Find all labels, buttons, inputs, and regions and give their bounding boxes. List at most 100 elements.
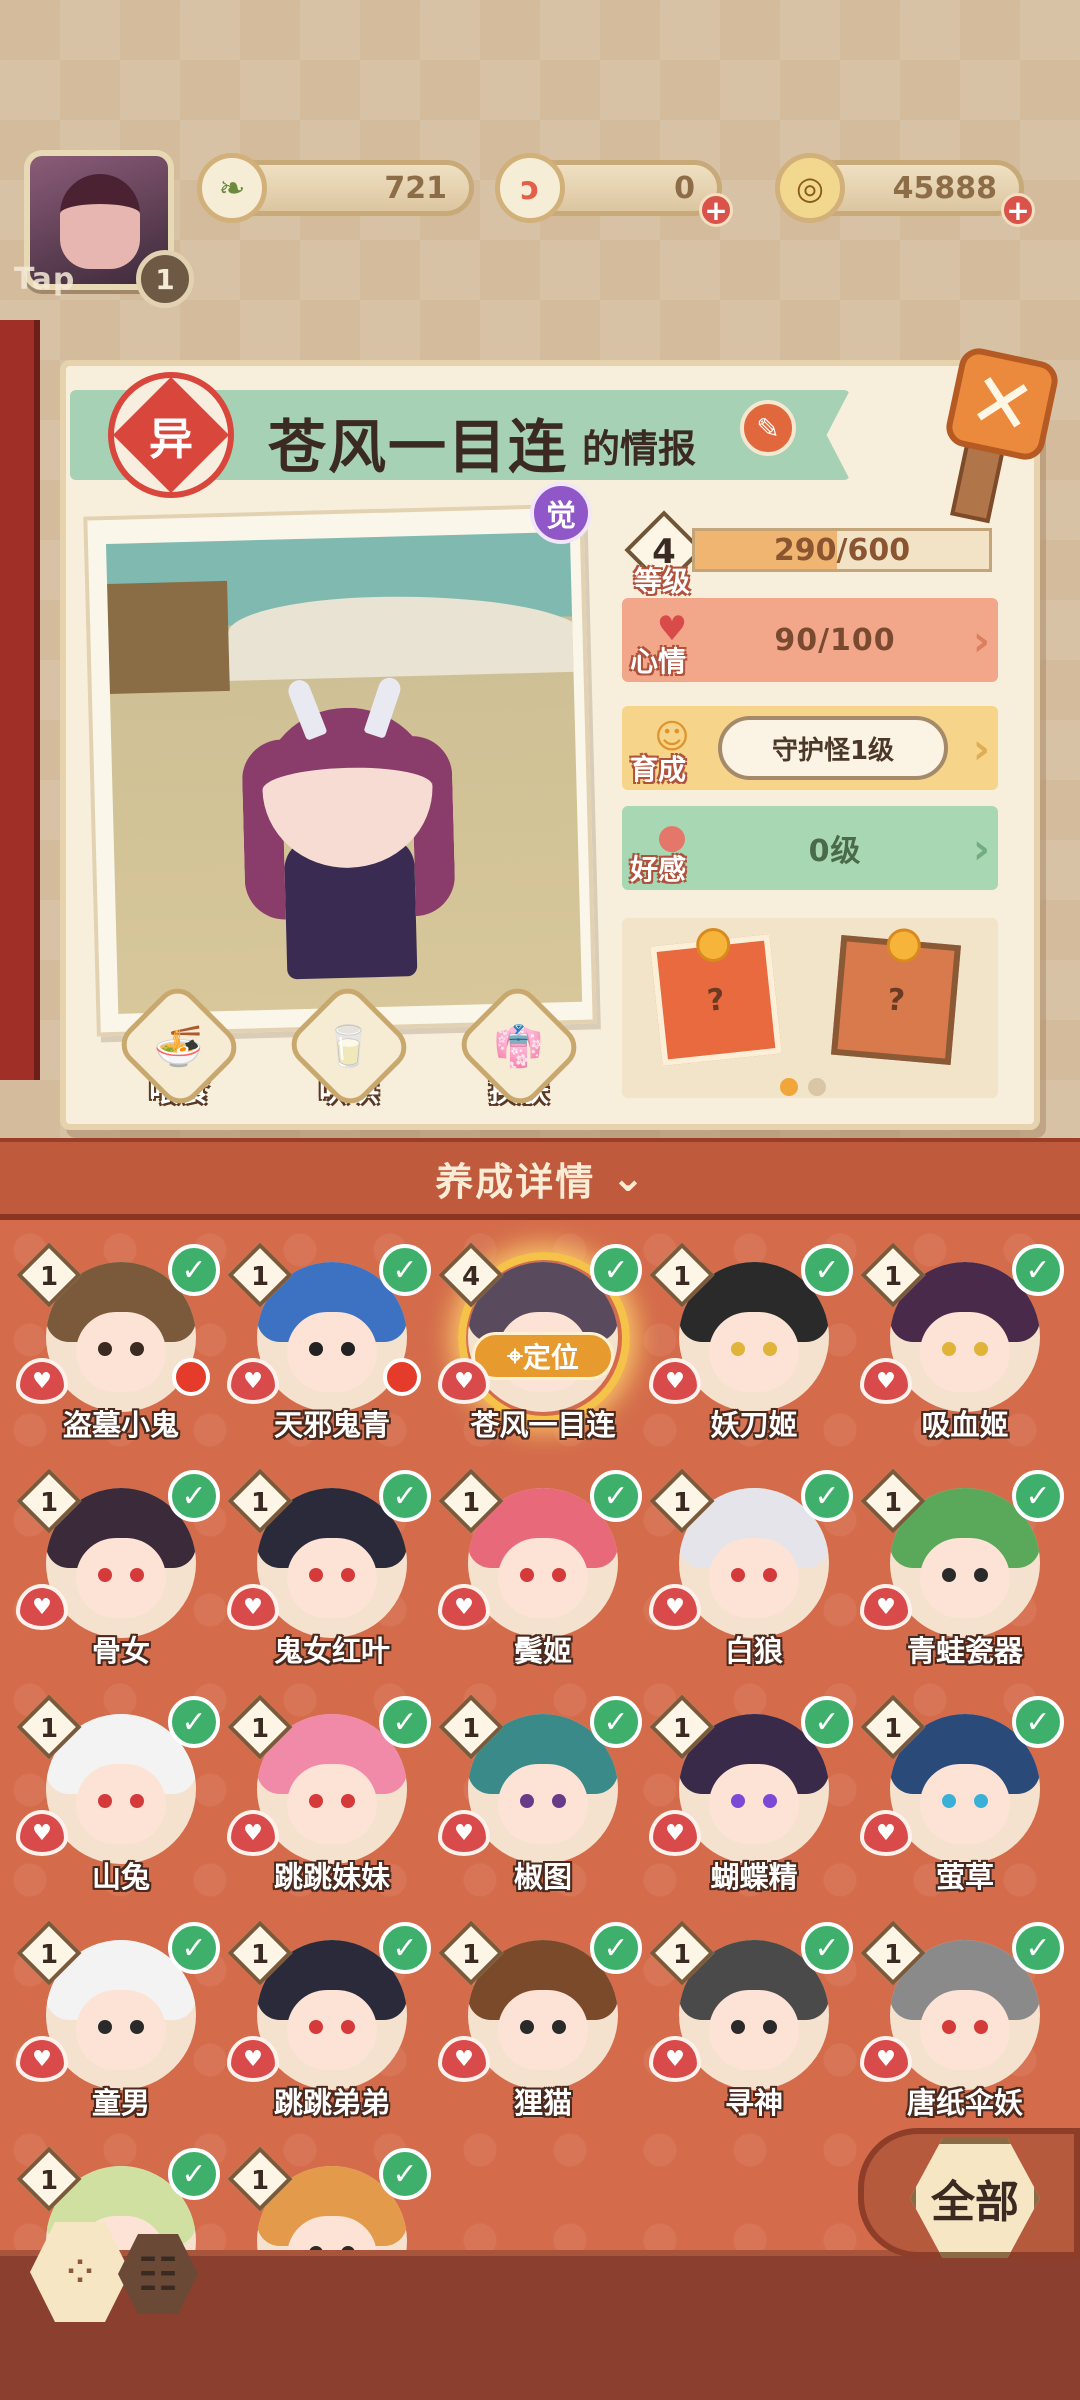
smile-icon <box>694 926 732 964</box>
check-icon: ✓ <box>168 2148 220 2200</box>
portrait-eye <box>942 2020 956 2034</box>
shikigami-card[interactable]: 1 ✓ ♥ 天邪鬼青 <box>227 1242 437 1458</box>
shikigami-level: 1 <box>883 1714 903 1744</box>
heart-icon: ♥ <box>227 1584 279 1630</box>
shikigami-level: 1 <box>672 1262 692 1292</box>
shikigami-card[interactable]: 1 ✓ ♥ 蝴蝶精 <box>649 1694 859 1910</box>
player-level-badge: 1 <box>136 250 194 308</box>
page-dot[interactable] <box>808 1078 826 1096</box>
heart-icon: ♥ <box>16 1358 68 1404</box>
portrait-eye <box>520 1568 534 1582</box>
portrait-eye <box>309 1794 323 1808</box>
portrait-face <box>76 1312 166 1392</box>
portrait-face <box>709 1312 799 1392</box>
shikigami-card[interactable]: 1 ✓ ♥ 寻神 <box>649 1920 859 2136</box>
shikigami-name: 跳跳妹妹 <box>273 1860 390 1894</box>
shrine-roof <box>107 580 230 694</box>
heart-icon: ♥ <box>227 1358 279 1404</box>
shikigami-card[interactable]: 1 ✓ ♥ 跳跳妹妹 <box>227 1694 437 1910</box>
close-button[interactable]: ✕ <box>942 344 1062 464</box>
shikigami-level: 1 <box>39 1262 59 1292</box>
portrait-face <box>287 1538 377 1618</box>
heart-icon: ♥ <box>227 2036 279 2082</box>
shikigami-card[interactable]: 1 ✓ ♥ 吸血姬 <box>860 1242 1070 1458</box>
portrait-eye <box>731 1342 745 1356</box>
check-icon: ✓ <box>1012 1470 1064 1522</box>
portrait-eye <box>130 1342 144 1356</box>
locate-label: 定位 <box>522 1341 579 1374</box>
shikigami-level: 1 <box>250 1940 270 1970</box>
add-coin-button[interactable]: + <box>1001 193 1035 227</box>
level-label: 等级 <box>634 565 691 598</box>
level-row: 4 290/600 等级 <box>622 510 998 598</box>
shikigami-card[interactable]: 1 ✓ ♥ 青蛙瓷器 <box>860 1468 1070 1684</box>
shikigami-card[interactable]: 1 ✓ ♥ 萤草 <box>860 1694 1070 1910</box>
shikigami-card[interactable]: 1 ✓ ♥ 鬓姬 <box>438 1468 648 1684</box>
portrait-eye <box>942 1342 956 1356</box>
shikigami-card[interactable]: 1 ✓ ♥ 狸猫 <box>438 1920 648 2136</box>
shikigami-level: 1 <box>883 1940 903 1970</box>
portrait-eye <box>731 1568 745 1582</box>
portrait-face <box>920 1764 1010 1844</box>
portrait-eye <box>98 2020 112 2034</box>
check-icon: ✓ <box>801 1244 853 1296</box>
coin-currency: ◎ 45888 + <box>775 153 1035 227</box>
noodle-bowl-icon: 🍜 <box>112 979 246 1113</box>
add-magatama-button[interactable]: + <box>699 193 733 227</box>
portrait-eye <box>130 1794 144 1808</box>
feed-button[interactable]: 🍜 喂食 <box>112 979 246 1113</box>
locate-tag[interactable]: ⌖ 定位 <box>472 1332 614 1380</box>
portrait-eye <box>731 1794 745 1808</box>
portrait-eye <box>98 1342 112 1356</box>
portrait-eye <box>731 2020 745 2034</box>
shikigami-card[interactable]: 1 ✓ ♥ 跳跳弟弟 <box>227 1920 437 2136</box>
kimono-icon: 👘 <box>452 979 586 1113</box>
gift-card-1[interactable]: ? <box>650 926 782 1066</box>
exp-bar: 290/600 <box>692 528 992 572</box>
shikigami-card[interactable]: ⌖ 定位 4 ✓ ♥ 苍风一目连 <box>438 1242 648 1458</box>
shikigami-level: 1 <box>39 1488 59 1518</box>
shikigami-card[interactable]: 1 ✓ ♥ 鬼女红叶 <box>227 1468 437 1684</box>
check-icon: ✓ <box>379 1470 431 1522</box>
skin-button[interactable]: 👘 换肤 <box>452 979 586 1113</box>
chevron-right-icon: › <box>972 824 990 873</box>
favor-row[interactable]: ● 好感 0级 › <box>622 806 998 890</box>
details-toggle[interactable]: 养成详情 ⌄ <box>0 1138 1080 1220</box>
shikigami-card[interactable]: 1 ✓ ♥ 山兔 <box>16 1694 226 1910</box>
shikigami-name: 苍风一目连 <box>470 1408 616 1442</box>
shikigami-card[interactable]: 1✓♥ <box>227 2146 437 2260</box>
heart-icon: ♥ <box>860 1358 912 1404</box>
heart-icon: ♥ <box>860 2036 912 2082</box>
check-icon: ✓ <box>379 2148 431 2200</box>
coax-button[interactable]: 🥛 哄哄 <box>282 979 416 1113</box>
magatama-currency: ↄ 0 + <box>495 153 733 227</box>
shikigami-card[interactable]: 1 ✓ ♥ 妖刀姬 <box>649 1242 859 1458</box>
gift-card-2-label: ? <box>885 981 907 1019</box>
coin-value: 45888 <box>892 170 997 206</box>
rename-pencil-icon[interactable]: ✎ <box>740 400 796 456</box>
portrait-eye <box>942 1794 956 1808</box>
portrait-face <box>76 1538 166 1618</box>
check-icon: ✓ <box>801 1922 853 1974</box>
shikigami-card[interactable]: 1 ✓ ♥ 椒图 <box>438 1694 648 1910</box>
portrait-face <box>287 1764 377 1844</box>
shikigami-level: 1 <box>250 1262 270 1292</box>
portrait-eye <box>552 2020 566 2034</box>
shikigami-level: 1 <box>461 1488 481 1518</box>
heart-icon: ♥ <box>860 1810 912 1856</box>
heart-icon: ♥ <box>649 1810 701 1856</box>
heart-icon: ♥ <box>438 1358 490 1404</box>
shikigami-card[interactable]: 1 ✓ ♥ 白狼 <box>649 1468 859 1684</box>
gift-card-2[interactable]: ? <box>830 927 962 1066</box>
heart-icon: ♥ <box>16 1810 68 1856</box>
check-icon: ✓ <box>590 1470 642 1522</box>
growth-row[interactable]: ☺ 育成 守护怪1级 › <box>622 706 998 790</box>
shikigami-card[interactable]: 1 ✓ ♥ 童男 <box>16 1920 226 2136</box>
page-dot-active[interactable] <box>780 1078 798 1096</box>
portrait-face <box>498 1764 588 1844</box>
mood-row[interactable]: ♥ 心情 90/100 › <box>622 598 998 682</box>
shikigami-card[interactable]: 1 ✓ ♥ 唐纸伞妖 <box>860 1920 1070 2136</box>
shikigami-card[interactable]: 1 ✓ ♥ 骨女 <box>16 1468 226 1684</box>
shikigami-card[interactable]: 1 ✓ ♥ 盗墓小鬼 <box>16 1242 226 1458</box>
guardian-level-button[interactable]: 守护怪1级 <box>718 716 948 780</box>
